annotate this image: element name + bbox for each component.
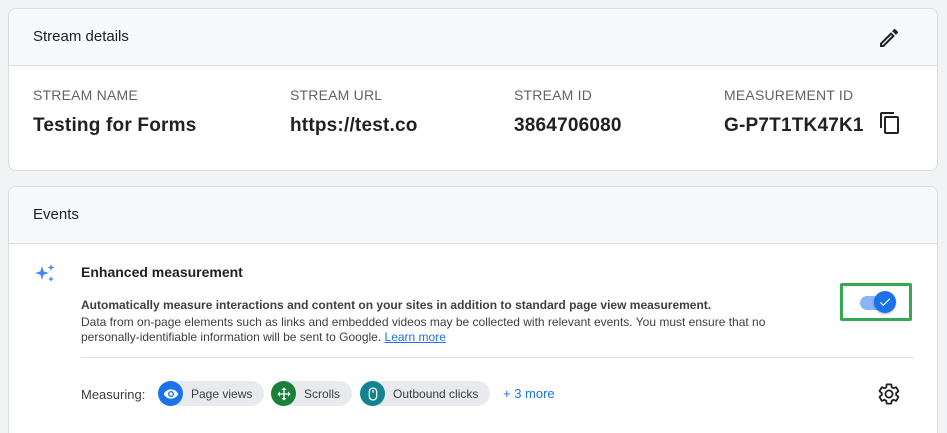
stream-name-label: STREAM NAME [33,87,138,103]
stream-details-title: Stream details [33,28,129,45]
enhanced-measurement-description-bold: Automatically measure interactions and c… [81,298,712,312]
chip-page-views[interactable]: Page views [158,381,265,406]
measurement-id-field: MEASUREMENT ID G-P7T1TK47K1 [724,87,864,137]
copy-measurement-id-button[interactable] [878,111,902,135]
stream-name-field: STREAM NAME Testing for Forms [33,87,197,137]
events-card: Events Enhanced measurement Automaticall… [8,186,938,433]
stream-name-value: Testing for Forms [33,115,197,136]
check-icon [879,298,891,307]
pencil-icon [880,28,899,47]
stream-details-header: Stream details [9,9,937,66]
more-measurements-link[interactable]: + 3 more [503,386,555,401]
stream-id-field: STREAM ID 3864706080 [514,87,622,137]
enhanced-measurement-toggle-highlight [840,283,912,321]
events-title: Events [33,206,79,223]
settings-button[interactable] [877,382,901,406]
learn-more-link[interactable]: Learn more [385,330,446,344]
chip-page-views-label: Page views [191,386,253,401]
stream-id-value: 3864706080 [514,115,622,136]
chip-outbound-clicks[interactable]: Outbound clicks [360,381,491,406]
chip-scrolls-label: Scrolls [304,386,341,401]
stream-url-field: STREAM URL https://test.co [290,87,418,137]
stream-url-value: https://test.co [290,115,418,136]
stream-id-label: STREAM ID [514,87,593,103]
stream-details-card: Stream details STREAM NAME Testing for F… [8,8,938,171]
edit-button[interactable] [877,26,901,50]
enhanced-measurement-description: Data from on-page elements such as links… [81,315,821,345]
chip-outbound-clicks-label: Outbound clicks [393,386,479,401]
measurement-id-value: G-P7T1TK47K1 [724,115,864,136]
events-header: Events [9,187,937,244]
gear-icon [878,383,900,405]
stream-url-label: STREAM URL [290,87,383,103]
divider [81,357,914,358]
enhanced-measurement-toggle[interactable] [843,286,909,318]
mouse-icon [360,381,385,406]
enhanced-measurement-title: Enhanced measurement [81,264,243,280]
eye-icon [158,381,183,406]
toggle-knob [874,291,896,313]
measuring-label: Measuring: [81,387,146,402]
scroll-icon [271,381,296,406]
measurement-id-label: MEASUREMENT ID [724,87,854,103]
sparkle-icon [33,262,57,286]
chip-scrolls[interactable]: Scrolls [271,381,353,406]
copy-icon [880,112,899,134]
